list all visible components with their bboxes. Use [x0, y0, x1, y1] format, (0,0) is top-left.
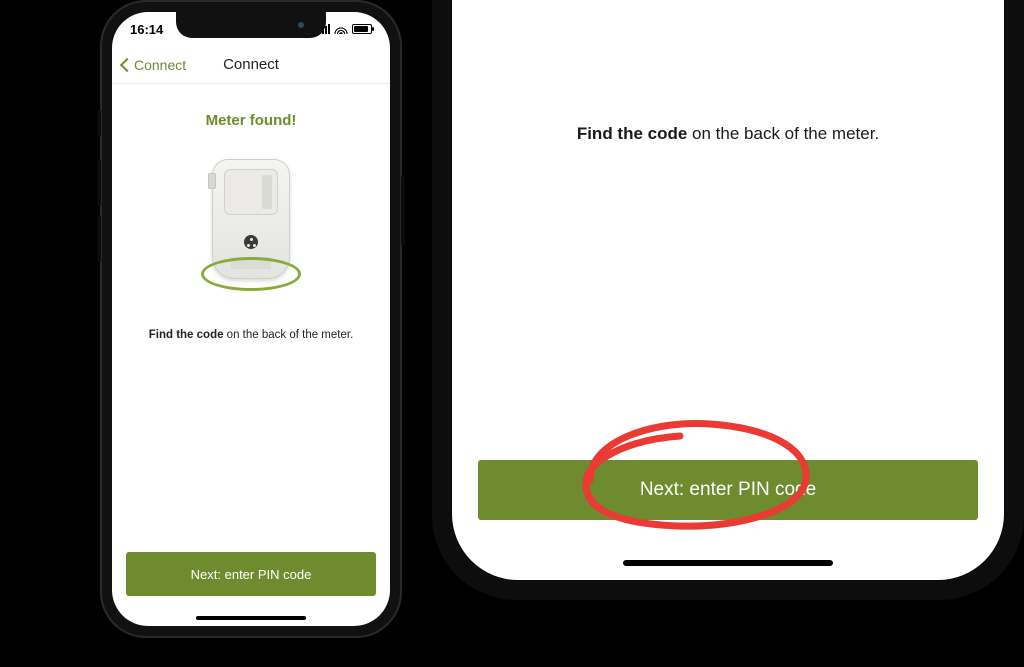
back-button[interactable]: Connect	[122, 57, 186, 73]
meter-illustration	[196, 153, 306, 303]
volume-down-button	[97, 216, 101, 262]
highlight-ring-icon	[201, 257, 301, 291]
meter-screen-icon	[224, 169, 278, 215]
next-enter-pin-button[interactable]: Next: enter PIN code	[478, 460, 978, 520]
instruction-rest: on the back of the meter.	[223, 329, 353, 341]
home-indicator	[623, 560, 833, 566]
meter-port-icon	[208, 173, 216, 189]
phone-screen-right: Find the code on the back of the meter. …	[452, 0, 1004, 580]
chevron-left-icon	[120, 57, 134, 71]
volume-up-button	[97, 160, 101, 206]
mute-switch	[97, 110, 101, 136]
phone-mockup-left: 16:14 Connect Connect Meter found!	[100, 0, 402, 638]
headline: Meter found!	[112, 112, 390, 129]
power-button	[401, 176, 405, 246]
instruction-bold: Find the code	[149, 329, 224, 341]
content-area: Meter found! Find the code on the back o…	[112, 84, 390, 341]
cta-label: Next: enter PIN code	[191, 567, 312, 582]
phone-frame-right: Find the code on the back of the meter. …	[432, 0, 1024, 600]
instruction-text: Find the code on the back of the meter.	[112, 329, 390, 341]
instruction-rest: on the back of the meter.	[687, 124, 879, 143]
home-indicator	[196, 616, 306, 620]
back-label: Connect	[134, 57, 186, 73]
nav-bar: Connect Connect	[112, 46, 390, 84]
wifi-icon	[334, 24, 348, 34]
page-title: Connect	[223, 56, 279, 73]
status-time: 16:14	[130, 22, 163, 37]
instruction-text: Find the code on the back of the meter.	[452, 124, 1004, 144]
notch	[176, 12, 326, 38]
phone-mockup-right: Find the code on the back of the meter. …	[432, 0, 1024, 600]
status-icons	[319, 24, 372, 34]
phone-screen-left: 16:14 Connect Connect Meter found!	[112, 12, 390, 626]
meter-connector-icon	[244, 235, 258, 249]
battery-icon	[352, 24, 372, 34]
camera-dot-icon	[298, 22, 304, 28]
instruction-bold: Find the code	[577, 124, 688, 143]
next-enter-pin-button[interactable]: Next: enter PIN code	[126, 552, 376, 596]
cta-label: Next: enter PIN code	[640, 479, 816, 501]
